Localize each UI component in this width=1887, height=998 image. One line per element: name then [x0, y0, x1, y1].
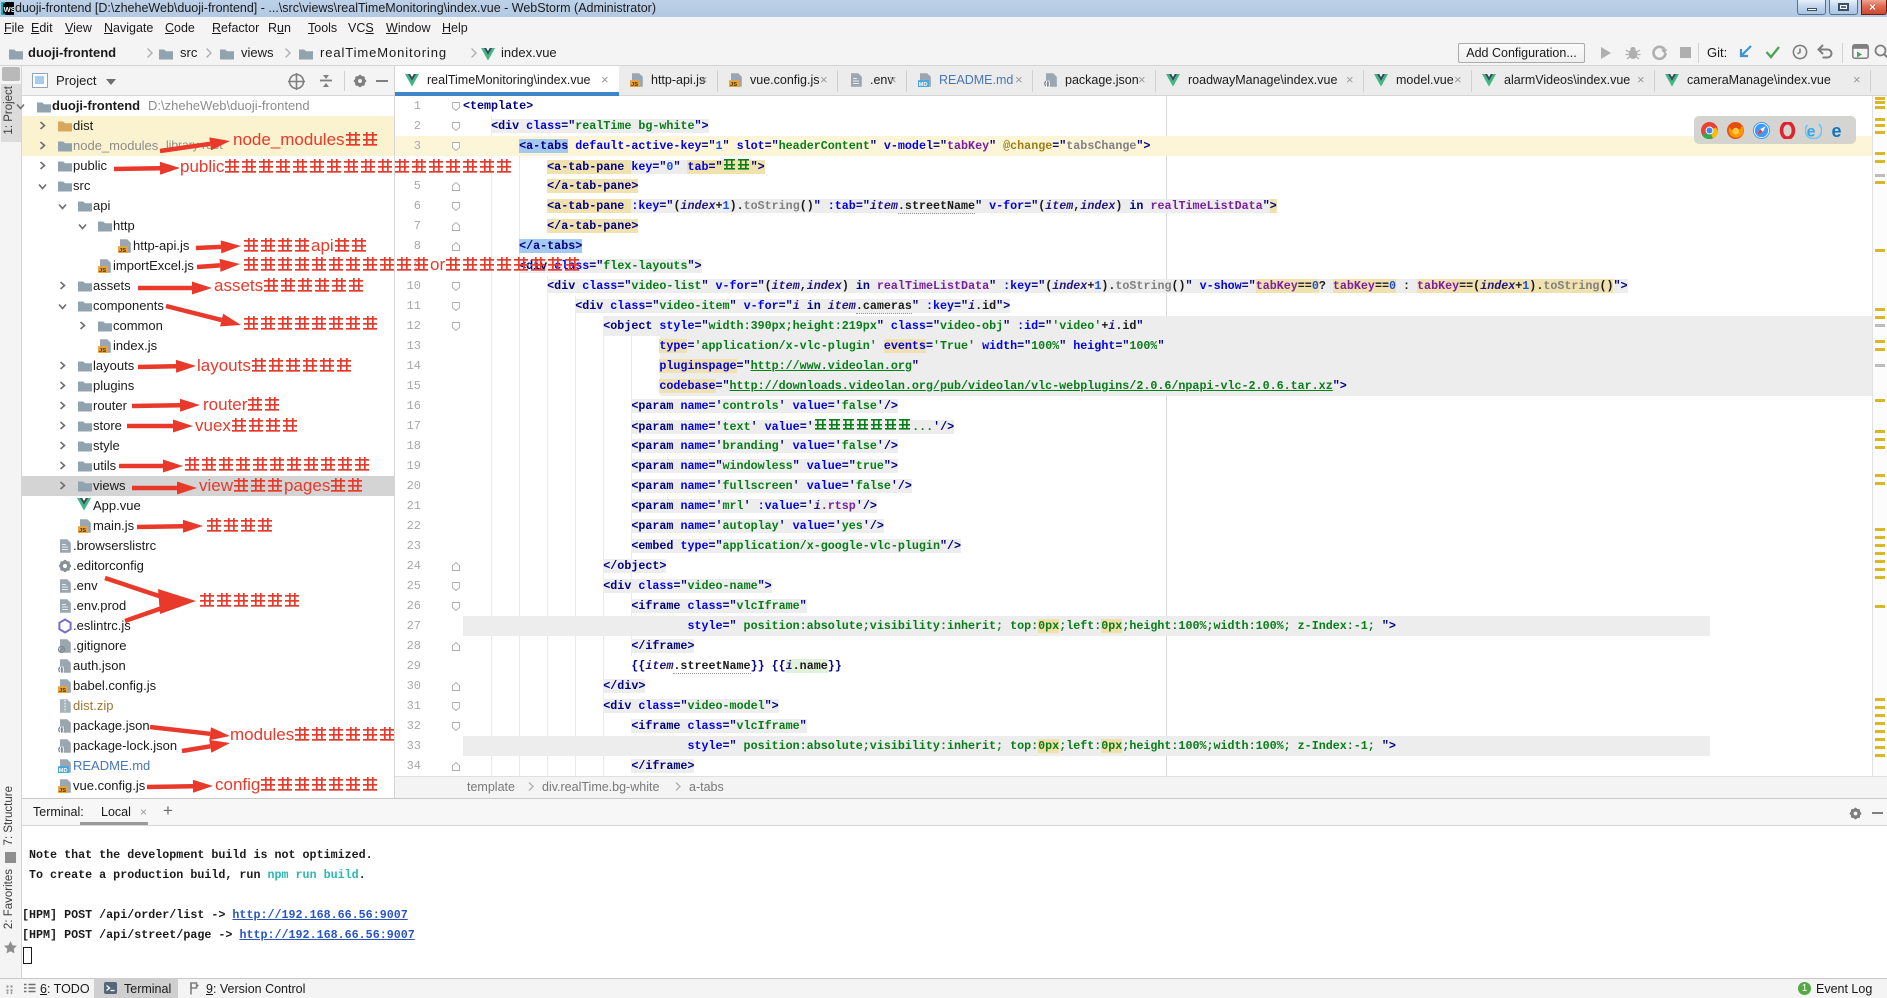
svg-text:WS: WS: [4, 5, 14, 14]
svg-text:JS: JS: [730, 82, 737, 88]
svg-text:{}: {}: [1045, 81, 1051, 88]
svg-text:{}: {}: [59, 747, 65, 754]
svg-text:{}: {}: [59, 667, 65, 674]
svg-text:MD: MD: [919, 82, 928, 88]
svg-text:JS: JS: [59, 788, 66, 794]
svg-text:e: e: [1807, 123, 1816, 139]
svg-text:JS: JS: [99, 348, 106, 354]
svg-text:MD: MD: [59, 768, 68, 774]
svg-text:JS: JS: [79, 528, 86, 534]
svg-text:{}: {}: [59, 727, 65, 734]
svg-text:JS: JS: [631, 82, 638, 88]
svg-text:e: e: [1832, 122, 1842, 139]
svg-text:JS: JS: [59, 688, 66, 694]
svg-text:JS: JS: [99, 268, 106, 274]
svg-text:JS: JS: [119, 248, 126, 254]
